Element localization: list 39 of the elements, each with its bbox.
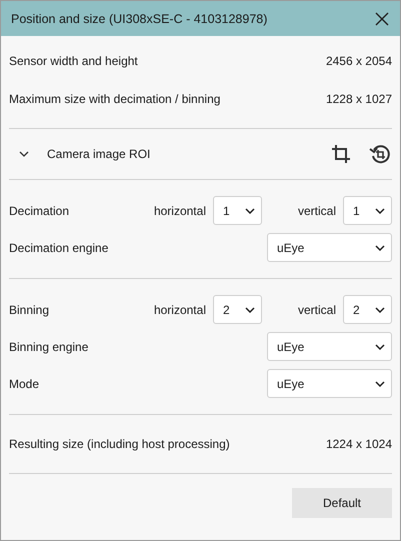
field-value: 1224 x 1024 [326,437,392,451]
chevron-down-icon [244,306,255,312]
dropdown[interactable]: 1 [343,196,392,225]
window-title: Position and size (UI308xSE-C - 4103128978) [11,12,268,26]
field-label: Binning [9,302,50,316]
chevron-down-icon [375,344,385,350]
field-label: Mode [9,376,40,390]
chevron-down-icon [375,380,385,386]
reset-crop-button[interactable] [368,142,392,166]
chevron-down-icon [19,149,29,159]
dropdown[interactable]: 1 [212,196,262,225]
reset-crop-icon [369,143,391,165]
dropdown[interactable]: 2 [212,295,262,324]
field-value: 2456 x 2054 [326,54,392,68]
dropdown[interactable]: uEye [267,369,392,398]
chevron-down-icon [375,208,385,214]
section-label: Camera image ROI [47,147,152,161]
default-button[interactable]: Default [292,488,392,518]
chevron-down-icon [375,306,385,312]
field-label: Decimation engine [9,240,110,254]
field-label: Resulting size (including host processing) [9,437,230,451]
field-label: Binning engine [9,340,90,354]
field-label: Sensor width and height [9,54,138,68]
crop-button[interactable] [329,142,353,166]
close-button[interactable] [374,10,390,26]
field-label: vertical [298,302,336,316]
field-label: horizontal [154,302,206,316]
dropdown[interactable]: 2 [343,295,392,324]
field-label: Maximum size with decimation / binning [9,92,220,106]
dropdown[interactable]: uEye [267,233,392,262]
dropdown[interactable]: uEye [267,332,392,361]
field-label: horizontal [154,204,206,218]
chevron-down-icon [244,208,255,214]
close-icon [375,12,389,26]
field-label: vertical [298,204,336,218]
field-value: 1228 x 1027 [326,92,392,106]
crop-icon [330,143,352,165]
field-label: Decimation [9,204,70,218]
chevron-down-icon [375,244,385,250]
